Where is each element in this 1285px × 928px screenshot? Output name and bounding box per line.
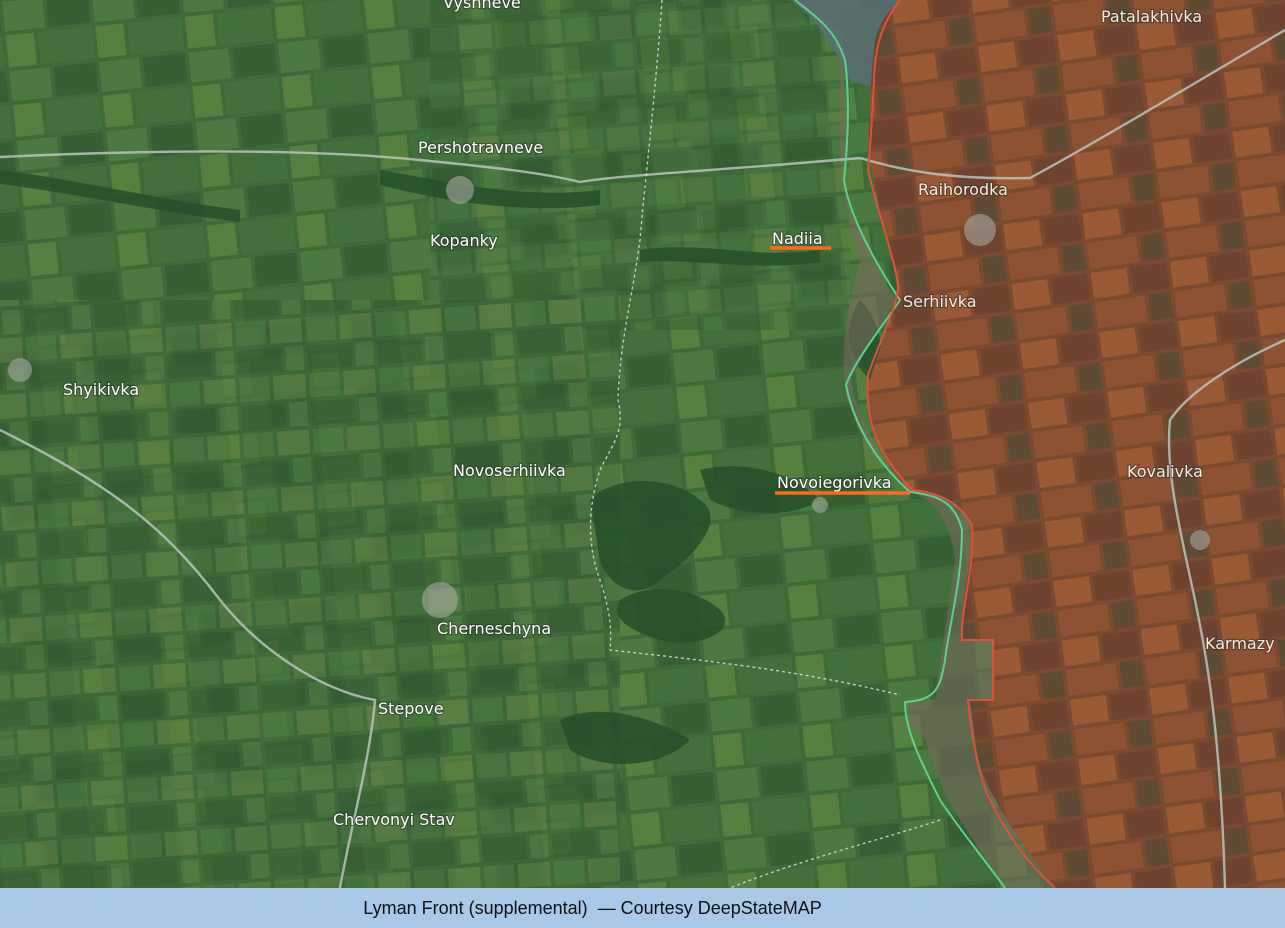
place-label-kovalivka[interactable]: Kovalivka <box>1126 461 1204 482</box>
place-label-kopanky[interactable]: Kopanky <box>429 230 499 251</box>
map-caption: Lyman Front (supplemental) — Courtesy De… <box>0 888 1285 928</box>
place-label-pershotravneve[interactable]: Pershotravneve <box>417 137 544 158</box>
place-label-nadiia[interactable]: Nadiia <box>771 228 824 249</box>
place-label-stepove[interactable]: Stepove <box>377 698 445 719</box>
place-label-karmazy[interactable]: Karmazy <box>1204 633 1276 654</box>
satellite-map[interactable]: Vyshneve Patalakhivka Pershotravneve Rai… <box>0 0 1285 888</box>
place-label-raihorodka[interactable]: Raihorodka <box>917 179 1009 200</box>
place-label-vyshneve[interactable]: Vyshneve <box>442 0 522 13</box>
place-label-patalakhivka[interactable]: Patalakhivka <box>1100 6 1203 27</box>
place-label-cherneschyna[interactable]: Cherneschyna <box>436 618 552 639</box>
place-label-novoserhiivka[interactable]: Novoserhiivka <box>452 460 567 481</box>
place-label-novoiegorivka[interactable]: Novoiegorivka <box>776 472 893 493</box>
place-label-serhiivka[interactable]: Serhiivka <box>902 291 978 312</box>
place-label-chervonyi-stav[interactable]: Chervonyi Stav <box>332 809 456 830</box>
place-label-shyikivka[interactable]: Shyikivka <box>62 379 140 400</box>
